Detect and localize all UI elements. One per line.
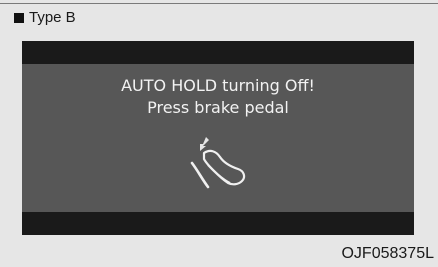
figure-code: OJF058375L (341, 245, 434, 262)
section-label-text: Type B (29, 9, 76, 26)
display-top-bar (22, 41, 414, 64)
square-bullet-icon (14, 12, 24, 23)
message-line-1: AUTO HOLD turning Off! (121, 76, 315, 95)
top-rule (0, 3, 438, 4)
section-label: Type B (14, 9, 76, 26)
message-line-2: Press brake pedal (147, 98, 289, 117)
brake-pedal-icon (190, 137, 246, 189)
warning-message: AUTO HOLD turning Off! Press brake pedal (22, 75, 414, 119)
display-bottom-bar (22, 212, 414, 235)
cluster-display: AUTO HOLD turning Off! Press brake pedal (22, 41, 414, 235)
